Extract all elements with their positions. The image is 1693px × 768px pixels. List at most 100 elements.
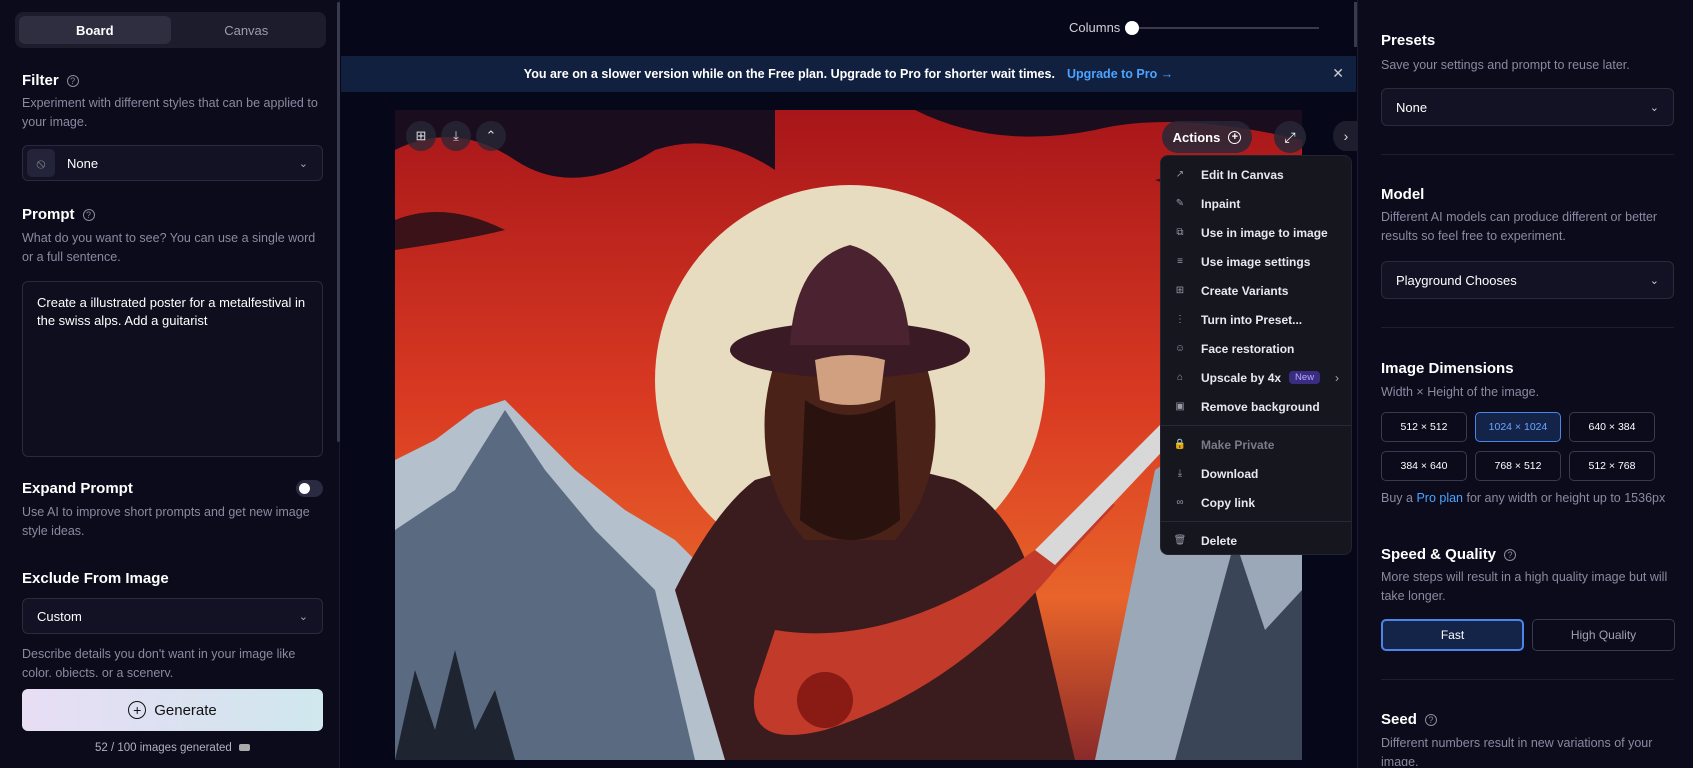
speed-fast-button[interactable]: Fast [1381,619,1524,651]
settings-panel: Presets Save your settings and prompt to… [1357,0,1693,768]
menu-item-remove-background[interactable]: ▣ Remove background [1161,392,1351,421]
trash-icon: 🗑 [1173,535,1187,546]
exclude-select[interactable]: Custom ⌄ [22,598,323,634]
menu-label: Turn into Preset... [1201,312,1303,327]
dimension-option[interactable]: 512 × 768 [1569,451,1655,481]
dimension-option[interactable]: 512 × 512 [1381,412,1467,442]
edit-icon: ↗ [1175,169,1185,180]
prompt-desc: What do you want to see? You can use a s… [22,231,316,264]
menu-item-edit-in-canvas[interactable]: ↗ Edit In Canvas [1161,160,1351,189]
presets-title: Presets [1381,32,1435,49]
prompt-input[interactable]: Create a illustrated poster for a metalf… [22,281,323,457]
chevron-down-icon: ⌄ [298,610,308,623]
model-select[interactable]: Playground Chooses ⌄ [1381,261,1674,299]
dimensions-desc: Width × Height of the image. [1381,385,1540,399]
menu-item-turn-into-preset[interactable]: ⋮ Turn into Preset... [1161,305,1351,334]
exclude-title: Exclude From Image [22,570,169,587]
menu-item-image-to-image[interactable]: ⧉ Use in image to image [1161,218,1351,247]
left-scrollbar[interactable] [337,2,340,442]
upscale-icon: ⌂ [1176,372,1184,383]
menu-item-create-variants[interactable]: ⊞ Create Variants [1161,276,1351,305]
generate-label: Generate [154,701,217,719]
columns-label: Columns [1069,20,1121,35]
help-icon[interactable]: ? [1504,548,1517,561]
menu-label: Make Private [1201,437,1275,452]
menu-item-download[interactable]: ⤓ Download [1161,459,1351,488]
copy-icon: ⧉ [1176,227,1184,238]
menu-item-upscale[interactable]: ⌂ Upscale by 4x New › [1161,363,1351,392]
exclude-value: Custom [37,608,82,624]
actions-button[interactable]: Actions + [1162,121,1252,153]
pro-plan-link[interactable]: Pro plan [1416,491,1463,505]
speed-title-text: Speed & Quality [1381,546,1497,563]
columns-slider-track[interactable] [1129,27,1319,29]
menu-item-delete[interactable]: 🗑 Delete [1161,526,1351,555]
expand-prompt-toggle[interactable] [296,480,323,497]
menu-item-inpaint[interactable]: ✎ Inpaint [1161,189,1351,218]
filter-desc: Experiment with different styles that ca… [22,96,318,129]
dimensions-title-text: Image Dimensions [1381,360,1514,377]
filter-select[interactable]: ⦸ None ⌄ [22,145,323,181]
speed-high-quality-button[interactable]: High Quality [1532,619,1675,651]
keyboard-icon [239,744,251,751]
upgrade-link[interactable]: Upgrade to Pro → [1067,67,1173,81]
menu-item-copy-link[interactable]: ∞ Copy link [1161,488,1351,517]
menu-label: Remove background [1201,399,1320,414]
upscale-icon[interactable]: ⌃ [476,121,506,151]
filter-value: None [67,155,99,171]
model-value: Playground Chooses [1396,272,1517,288]
banner-text: You are on a slower version while on the… [523,67,1055,81]
dimensions-title: Image Dimensions [1381,360,1514,377]
help-icon[interactable]: ? [66,74,79,87]
view-toggle: Board Canvas [15,12,326,48]
add-to-canvas-icon[interactable]: ⊞ [406,121,436,151]
settings-icon: ≡ [1177,256,1183,267]
menu-divider [1161,425,1351,426]
dimension-option[interactable]: 640 × 384 [1569,412,1655,442]
actions-label: Actions [1172,129,1221,145]
variants-icon: ⊞ [1175,285,1185,296]
speed-title: Speed & Quality ? [1381,546,1517,563]
presets-desc: Save your settings and prompt to reuse l… [1381,58,1630,72]
generation-count: 52 / 100 images generated [22,742,323,754]
generate-button[interactable]: + Generate [22,689,323,731]
face-icon: ☺ [1174,343,1186,354]
remove-bg-icon: ▣ [1175,401,1185,412]
prompt-title: Prompt ? [22,206,95,223]
tab-canvas[interactable]: Canvas [171,16,323,44]
close-icon[interactable]: ✕ [1332,65,1344,82]
presets-select[interactable]: None ⌄ [1381,88,1674,126]
chevron-down-icon: ⌄ [1649,274,1659,287]
divider [1381,327,1674,328]
menu-item-face-restoration[interactable]: ☺ Face restoration [1161,334,1351,363]
expand-icon[interactable]: ⤢ [1274,121,1306,153]
chevron-down-icon: ⌄ [298,157,308,170]
menu-label: Face restoration [1201,341,1295,356]
menu-item-make-private: 🔒 Make Private [1161,430,1351,459]
help-icon[interactable]: ? [1424,713,1437,726]
seed-desc: Different numbers result in new variatio… [1381,736,1653,766]
filter-title: Filter ? [22,72,79,89]
menu-item-image-settings[interactable]: ≡ Use image settings [1161,247,1351,276]
exclude-title-text: Exclude From Image [22,570,169,587]
menu-label: Copy link [1201,495,1256,510]
plus-circle-icon: + [128,701,147,719]
prompt-title-text: Prompt [22,206,75,223]
menu-label: Create Variants [1201,283,1289,298]
help-icon[interactable]: ? [82,208,95,221]
menu-label: Upscale by 4x [1201,370,1282,385]
download-icon: ⤓ [1177,468,1183,479]
download-icon[interactable]: ⤓ [441,121,471,151]
divider [1381,154,1674,155]
columns-slider-handle[interactable] [1125,21,1139,35]
dimension-option[interactable]: 384 × 640 [1381,451,1467,481]
dimension-option[interactable]: 768 × 512 [1475,451,1561,481]
dimension-option-selected[interactable]: 1024 × 1024 [1475,412,1561,442]
plus-circle-icon: + [1228,130,1242,144]
no-filter-icon: ⦸ [27,149,55,177]
tab-board[interactable]: Board [19,16,171,44]
menu-label: Edit In Canvas [1201,167,1284,182]
model-desc: Different AI models can produce differen… [1381,210,1658,243]
chevron-right-icon[interactable]: › [1333,121,1359,151]
menu-label: Download [1201,466,1259,481]
